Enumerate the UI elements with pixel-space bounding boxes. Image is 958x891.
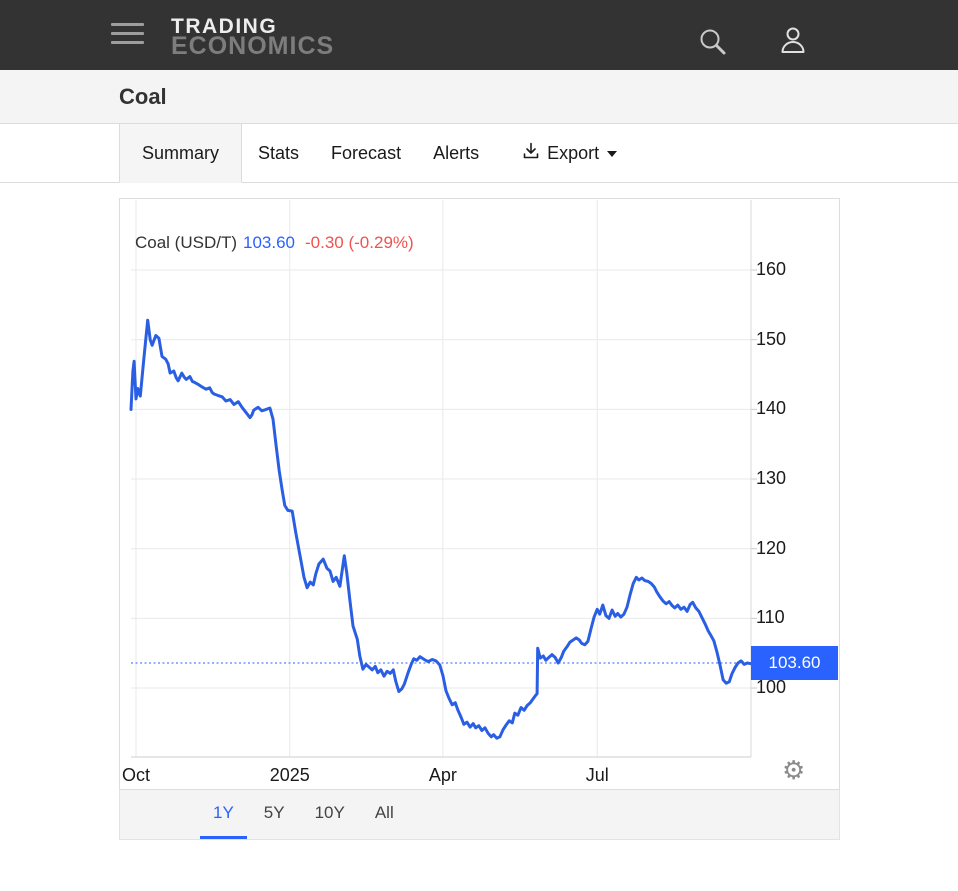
current-price-badge: 103.60 xyxy=(751,646,838,680)
x-axis-label: Jul xyxy=(567,765,627,786)
tab-summary[interactable]: Summary xyxy=(119,124,242,183)
chart-last-price: 103.60 xyxy=(243,233,295,252)
download-icon xyxy=(521,141,541,166)
x-axis-label: Oct xyxy=(106,765,166,786)
logo-line2: ECONOMICS xyxy=(171,34,334,59)
range-1y[interactable]: 1Y xyxy=(200,790,247,839)
range-selector: 1Y 5Y 10Y All xyxy=(119,790,840,840)
chart-title: Coal (USD/T) 103.60 -0.30 (-0.29%) xyxy=(135,233,414,253)
y-axis-label: 100 xyxy=(756,677,816,698)
menu-icon[interactable] xyxy=(111,23,144,47)
y-axis-label: 150 xyxy=(756,329,816,350)
y-axis-label: 110 xyxy=(756,607,816,628)
x-axis-label: 2025 xyxy=(260,765,320,786)
range-10y[interactable]: 10Y xyxy=(302,790,358,839)
app-header: TRADING ECONOMICS xyxy=(0,0,958,70)
chart-price-change: -0.30 (-0.29%) xyxy=(305,233,414,252)
tab-stats[interactable]: Stats xyxy=(242,124,315,182)
tab-alerts[interactable]: Alerts xyxy=(417,124,495,182)
price-line xyxy=(131,320,751,738)
chevron-down-icon xyxy=(607,151,617,157)
y-axis-label: 140 xyxy=(756,398,816,419)
x-axis-label: Apr xyxy=(413,765,473,786)
tab-forecast[interactable]: Forecast xyxy=(315,124,417,182)
export-dropdown[interactable]: Export xyxy=(505,124,633,182)
range-5y[interactable]: 5Y xyxy=(251,790,298,839)
trading-economics-logo[interactable]: TRADING ECONOMICS xyxy=(171,16,334,59)
price-chart-plot[interactable] xyxy=(131,200,751,757)
y-axis-label: 120 xyxy=(756,538,816,559)
user-account-icon[interactable] xyxy=(777,24,809,63)
search-icon[interactable] xyxy=(697,26,729,63)
y-axis-label: 130 xyxy=(756,468,816,489)
range-all[interactable]: All xyxy=(362,790,407,839)
price-chart-card: Coal (USD/T) 103.60 -0.30 (-0.29%) 160 150 1… xyxy=(119,198,840,790)
chart-instrument-label: Coal (USD/T) xyxy=(135,233,237,252)
y-axis-label: 160 xyxy=(756,259,816,280)
export-label: Export xyxy=(547,143,599,164)
page-title: Coal xyxy=(119,84,167,110)
chart-settings-gear-icon[interactable]: ⚙ xyxy=(782,757,805,783)
tab-bar: Summary Stats Forecast Alerts Export xyxy=(0,124,958,183)
